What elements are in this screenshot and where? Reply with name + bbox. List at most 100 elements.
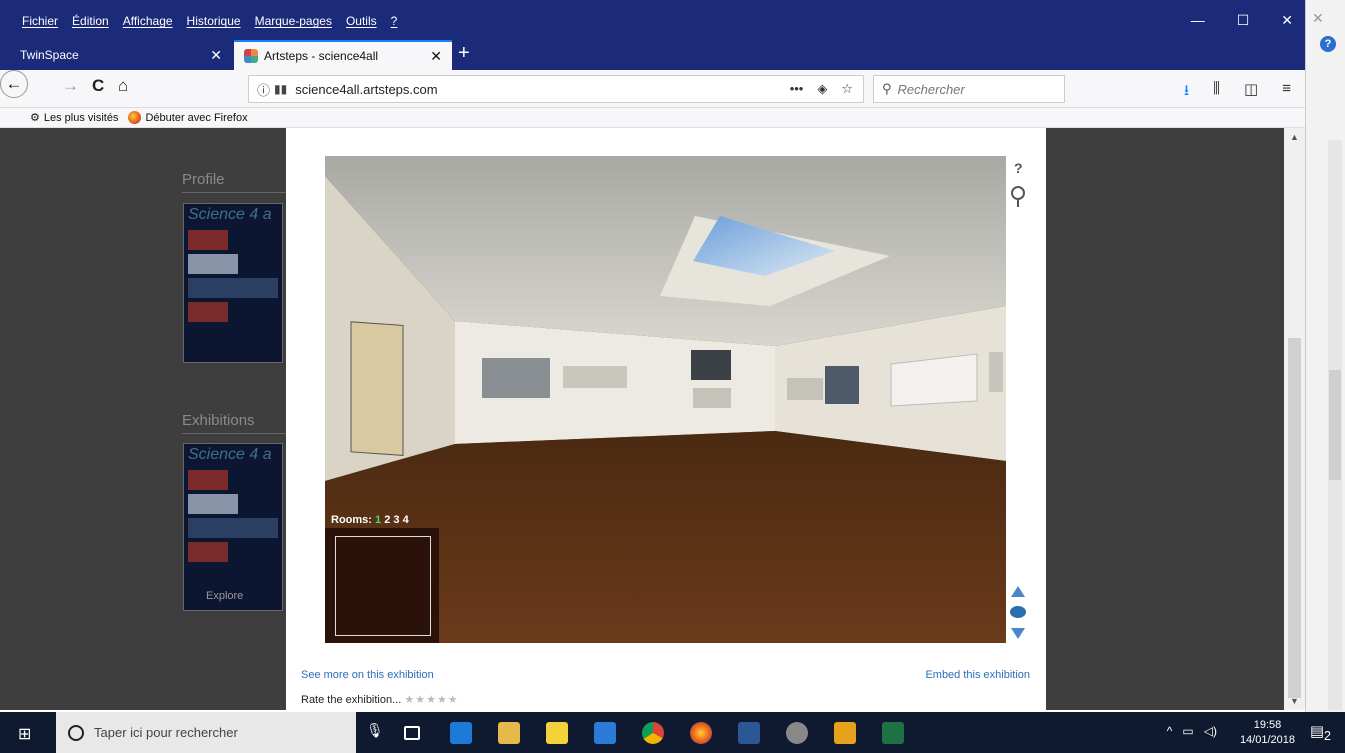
- search-icon: ⚲: [882, 81, 892, 96]
- scroll-up-icon[interactable]: ▲: [1290, 132, 1299, 142]
- forward-button[interactable]: →: [62, 76, 79, 96]
- gear-icon: ⚙: [30, 112, 40, 124]
- menu-edit[interactable]: Édition: [72, 14, 109, 28]
- artwork-back-2: [691, 350, 731, 380]
- bookmark-most-visited[interactable]: ⚙ Les plus visités: [30, 111, 118, 125]
- excel-icon[interactable]: [882, 722, 904, 744]
- location-pin-icon[interactable]: [1011, 186, 1025, 207]
- file-explorer-icon[interactable]: [498, 722, 520, 744]
- home-button[interactable]: ⌂: [118, 76, 128, 96]
- room-1-link[interactable]: 1: [375, 514, 381, 526]
- room-minimap[interactable]: [325, 528, 439, 643]
- divider: [182, 192, 286, 193]
- clock[interactable]: 19:58 14/01/2018: [1240, 718, 1295, 748]
- chrome-icon[interactable]: [642, 722, 664, 744]
- chevron-up-icon[interactable]: ^: [1167, 724, 1173, 738]
- thumbnail-title: Science 4 a: [188, 446, 272, 463]
- exhibition-thumbnail[interactable]: Science 4 a: [183, 443, 283, 611]
- profile-thumbnail[interactable]: Science 4 a: [183, 203, 283, 363]
- minimize-button[interactable]: —: [1191, 12, 1205, 29]
- window-controls: — ☐ ✕: [1191, 12, 1293, 29]
- room-4-link[interactable]: 4: [403, 514, 409, 526]
- info-icon[interactable]: ⓘ: [257, 80, 270, 99]
- tab-artsteps[interactable]: Artsteps - science4all ✕: [234, 40, 452, 70]
- edge-icon[interactable]: [450, 722, 472, 744]
- embed-link[interactable]: Embed this exhibition: [925, 669, 1030, 681]
- help-icon[interactable]: ?: [1320, 36, 1336, 52]
- maximize-button[interactable]: ☐: [1237, 12, 1250, 29]
- reload-button[interactable]: C: [92, 76, 104, 96]
- pocket-icon[interactable]: ◈: [817, 81, 827, 97]
- explore-label[interactable]: Explore: [206, 590, 243, 602]
- see-more-link[interactable]: See more on this exhibition: [301, 669, 434, 681]
- thumb-block: [188, 302, 228, 322]
- 3d-exhibition-viewer[interactable]: Rooms: 1 2 3 4: [325, 156, 1006, 643]
- url-bar[interactable]: ⓘ ▮▮ science4all.artsteps.com ••• ◈ ☆: [248, 75, 864, 103]
- room-2-link[interactable]: 2: [384, 514, 390, 526]
- menu-tools[interactable]: Outils: [346, 14, 377, 28]
- move-up-icon[interactable]: [1011, 586, 1025, 597]
- background-scrollbar[interactable]: [1328, 140, 1342, 710]
- scroll-down-icon[interactable]: ▼: [1290, 696, 1299, 706]
- eye-icon[interactable]: [1010, 606, 1026, 618]
- page-content: Profile Science 4 a Exhibitions Science …: [0, 128, 1284, 710]
- new-tab-button[interactable]: +: [458, 42, 470, 65]
- scrollbar-thumb[interactable]: [1329, 370, 1341, 480]
- sticky-notes-icon[interactable]: [546, 722, 568, 744]
- taskbar-search-input[interactable]: Taper ici pour rechercher: [56, 712, 356, 753]
- exhibitions-heading: Exhibitions: [182, 412, 255, 429]
- permissions-icon[interactable]: ▮▮: [274, 82, 287, 96]
- thumb-block: [188, 542, 228, 562]
- close-window-button[interactable]: ✕: [1281, 12, 1293, 29]
- text-panel-3: [787, 378, 823, 400]
- rooms-label: Rooms:: [331, 514, 372, 526]
- menu-file[interactable]: Fichier: [22, 14, 58, 28]
- download-icon[interactable]: ⭳: [1184, 80, 1189, 105]
- scrollbar-thumb[interactable]: [1288, 338, 1301, 698]
- word-icon[interactable]: [738, 722, 760, 744]
- volume-icon[interactable]: ◁): [1204, 724, 1217, 738]
- task-view-icon[interactable]: [404, 726, 420, 740]
- page-actions-icon[interactable]: •••: [790, 81, 804, 97]
- rating-stars[interactable]: ★★★★★: [404, 694, 458, 706]
- outlook-icon[interactable]: [834, 722, 856, 744]
- thumb-block: [188, 278, 278, 298]
- artwork-right-1: [825, 366, 859, 404]
- bookmark-star-icon[interactable]: ☆: [841, 81, 853, 97]
- search-input[interactable]: ⚲ Rechercher: [873, 75, 1065, 103]
- firefox-icon[interactable]: [690, 722, 712, 744]
- store-icon[interactable]: [594, 722, 616, 744]
- artwork-left: [350, 321, 404, 456]
- tab-twinspace[interactable]: TwinSpace ✕: [10, 40, 232, 70]
- menu-hamburger-icon[interactable]: ≡: [1282, 80, 1291, 105]
- library-icon[interactable]: ⫼: [1213, 80, 1220, 105]
- menu-help[interactable]: ?: [391, 14, 398, 28]
- move-down-icon[interactable]: [1011, 628, 1025, 639]
- text-panel-4: [989, 352, 1003, 392]
- menu-bookmarks[interactable]: Marque-pages: [255, 14, 332, 28]
- sidebar-icon[interactable]: ◫: [1244, 80, 1258, 105]
- url-text[interactable]: science4all.artsteps.com: [295, 82, 437, 97]
- thumb-block: [188, 518, 278, 538]
- clock-time: 19:58: [1253, 719, 1282, 731]
- cortana-icon: [68, 724, 84, 741]
- help-icon[interactable]: ?: [1014, 160, 1023, 176]
- room-3-link[interactable]: 3: [393, 514, 399, 526]
- close-icon[interactable]: ✕: [210, 47, 222, 64]
- menu-view[interactable]: Affichage: [123, 14, 173, 28]
- thumb-block: [188, 230, 228, 250]
- bookmark-getting-started[interactable]: Débuter avec Firefox: [128, 111, 248, 124]
- rooms-selector: Rooms: 1 2 3 4: [331, 514, 409, 526]
- microphone-icon[interactable]: 🎙: [366, 722, 388, 744]
- back-button[interactable]: ←: [0, 70, 28, 98]
- close-icon[interactable]: ✕: [1312, 10, 1324, 27]
- menu-history[interactable]: Historique: [187, 14, 241, 28]
- paint-icon[interactable]: [786, 722, 808, 744]
- network-icon[interactable]: ▭: [1182, 724, 1193, 738]
- page-scrollbar[interactable]: ▲ ▼: [1284, 128, 1305, 710]
- navigation-toolbar: ← → C ⌂ ⓘ ▮▮ science4all.artsteps.com ••…: [0, 70, 1305, 108]
- close-icon[interactable]: ✕: [430, 48, 442, 65]
- windows-start-icon[interactable]: ⊞: [18, 724, 31, 744]
- notifications-icon[interactable]: ▤2: [1310, 722, 1331, 743]
- text-panel-2: [693, 388, 731, 408]
